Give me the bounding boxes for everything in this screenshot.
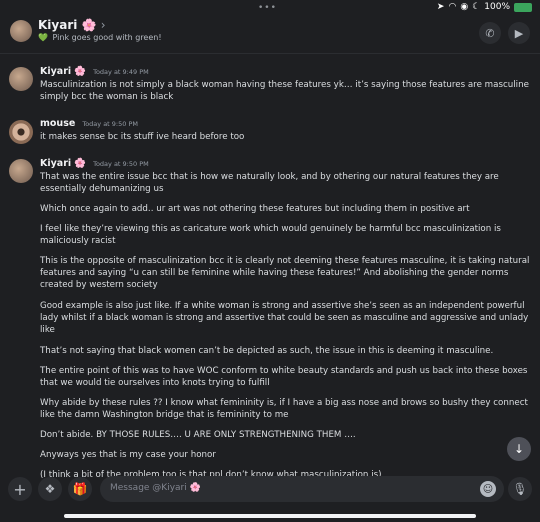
custom-status: 💚 Pink goes good with green! — [38, 33, 162, 42]
message-text[interactable]: Why abide by these rules ?? I know what … — [40, 397, 530, 421]
arrow-down-icon: ↓ — [513, 442, 525, 456]
timestamp: Today at 9:50 PM — [93, 160, 149, 168]
apps-button[interactable]: ❖ — [38, 477, 62, 501]
location-icon: ➤ — [436, 2, 445, 12]
message-text[interactable]: That’s not saying that black women can’t… — [40, 345, 530, 357]
message-input[interactable]: Message @Kiyari 🌸 ☺ — [100, 476, 504, 502]
message-text[interactable]: This is the opposite of masculinization … — [40, 255, 530, 292]
timestamp: Today at 9:50 PM — [82, 120, 138, 128]
gift-button[interactable]: 🎁 — [68, 477, 92, 501]
battery-icon — [514, 2, 532, 12]
apps-icon: ❖ — [44, 482, 56, 496]
message-text[interactable]: That was the entire issue bcc that is ho… — [40, 171, 530, 195]
avatar[interactable] — [9, 159, 33, 183]
dm-header: Kiyari 🌸 › 💚 Pink goes good with green! … — [0, 14, 540, 52]
avatar[interactable] — [9, 120, 33, 144]
phone-icon: ✆ — [485, 26, 495, 40]
attach-button[interactable]: + — [8, 477, 32, 501]
author-name[interactable]: Kiyari — [40, 158, 71, 169]
avatar[interactable] — [9, 67, 33, 91]
wifi-icon: ◠ — [448, 2, 457, 12]
message-text[interactable]: Don’t abide. BY THOSE RULES…. U ARE ONLY… — [40, 429, 530, 441]
header-avatar[interactable] — [10, 20, 32, 42]
emoji-icon: ☺ — [482, 483, 494, 495]
moon-icon: ☾ — [472, 2, 481, 12]
custom-status-text: Pink goes good with green! — [52, 33, 162, 42]
call-button[interactable]: ✆ — [479, 22, 501, 44]
chevron-right-icon: › — [100, 18, 106, 32]
message-text[interactable]: it makes sense bc its stuff ive heard be… — [40, 131, 530, 143]
voice-message-button[interactable]: 🎙 — [508, 477, 532, 501]
message-text[interactable]: I feel like they’re viewing this as cari… — [40, 223, 530, 247]
home-indicator[interactable] — [64, 514, 476, 518]
emoji-button[interactable]: ☺ — [480, 481, 496, 497]
video-call-button[interactable]: ▶ — [508, 22, 530, 44]
message-header: mouse Today at 9:50 PM — [40, 118, 138, 129]
message-placeholder: Message @Kiyari 🌸 — [110, 483, 201, 493]
header-name-row[interactable]: Kiyari 🌸 › — [38, 18, 106, 32]
message-header: Kiyari 🌸 Today at 9:49 PM — [40, 66, 149, 77]
status-bar: ••• ➤ ◠ ◉ ☾ 100% — [0, 0, 540, 14]
message-text[interactable]: Anyways yes that is my case your honor — [40, 449, 530, 461]
message-header: Kiyari 🌸 Today at 9:50 PM — [40, 158, 149, 169]
status-icons: ➤ ◠ ◉ ☾ 100% — [437, 2, 532, 12]
header-divider — [0, 53, 540, 54]
author-name[interactable]: Kiyari — [40, 66, 71, 77]
message-text[interactable]: Good example is also just like. If a whi… — [40, 300, 530, 337]
gift-icon: 🎁 — [72, 482, 88, 496]
message-text[interactable]: The entire point of this was to have WOC… — [40, 365, 530, 389]
header-username: Kiyari — [38, 18, 78, 32]
plus-icon: + — [13, 479, 27, 499]
message-text[interactable]: Masculinization is not simply a black wo… — [40, 79, 530, 103]
author-emoji: 🌸 — [74, 66, 87, 77]
author-name[interactable]: mouse — [40, 118, 75, 129]
message-composer: + ❖ 🎁 Message @Kiyari 🌸 ☺ 🎙 — [0, 470, 540, 510]
mic-icon: 🎙 — [512, 482, 528, 496]
author-emoji: 🌸 — [74, 158, 87, 169]
header-name-emoji: 🌸 — [81, 18, 97, 32]
jump-to-latest-button[interactable]: ↓ — [507, 437, 531, 461]
battery-percent: 100% — [484, 2, 510, 12]
green-heart-icon: 💚 — [38, 33, 48, 42]
timestamp: Today at 9:49 PM — [93, 68, 149, 76]
multitask-dots[interactable]: ••• — [258, 3, 277, 13]
message-text[interactable]: Which once again to add.. ur art was not… — [40, 203, 530, 215]
message-list[interactable]: Kiyari 🌸 Today at 9:49 PM Masculinizatio… — [0, 58, 540, 480]
video-icon: ▶ — [514, 26, 524, 40]
focus-icon: ◉ — [460, 2, 469, 12]
